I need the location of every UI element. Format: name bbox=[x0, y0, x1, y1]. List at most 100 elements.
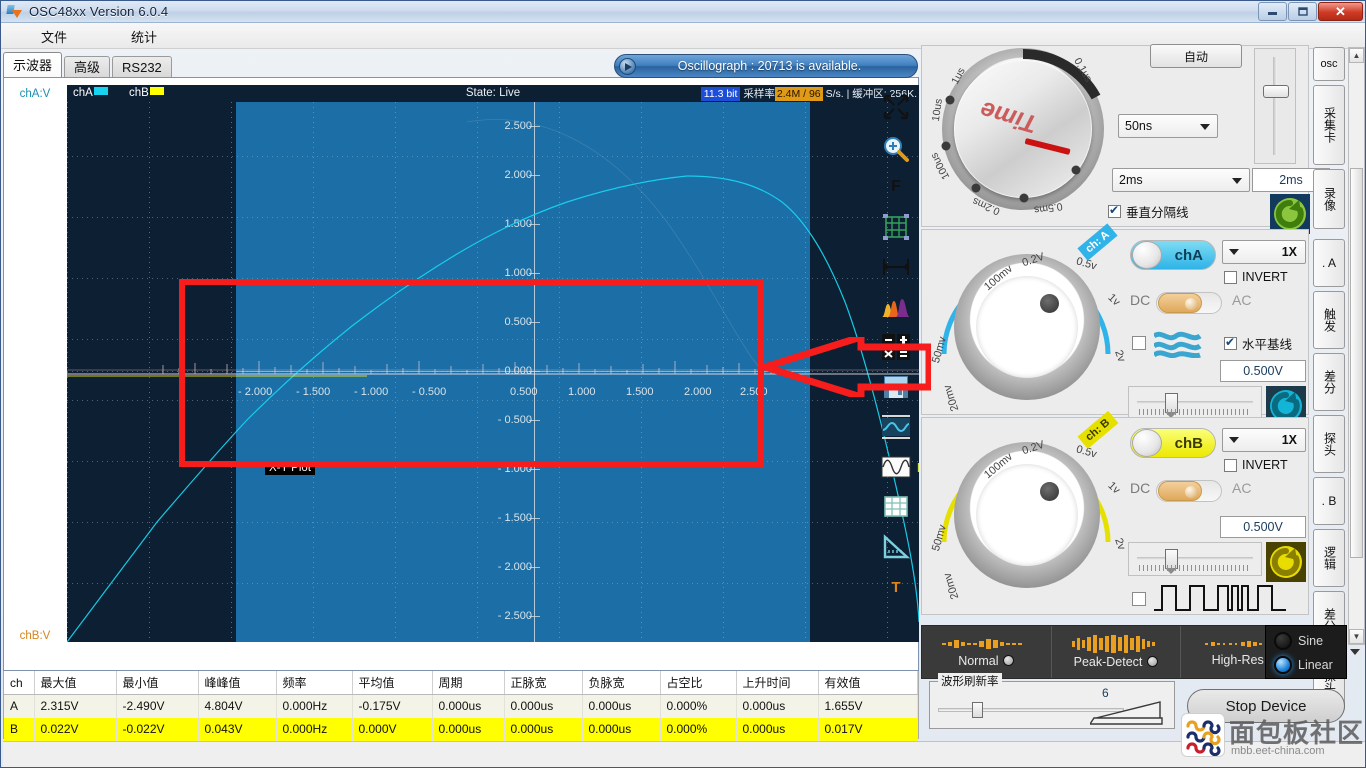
sample-rate-value-text: 50ns bbox=[1125, 119, 1153, 133]
tab-oscilloscope[interactable]: 示波器 bbox=[3, 52, 63, 77]
annotation-rectangle bbox=[179, 279, 764, 467]
minimize-button[interactable] bbox=[1258, 2, 1287, 21]
radio-sine[interactable] bbox=[1274, 632, 1292, 650]
T-text-icon[interactable]: T bbox=[875, 567, 917, 607]
cha-volts-knob[interactable]: 100mv 0.2V 0.5v 1v 2v 50mv 20mv ch: A bbox=[928, 223, 1127, 413]
restore-button[interactable] bbox=[1288, 2, 1317, 21]
waveform-refresh-rate: 波形刷新率 6 bbox=[929, 673, 1175, 729]
rtab-capture-card[interactable]: 采集卡 bbox=[1323, 107, 1337, 143]
interp-sine[interactable]: Sine bbox=[1274, 632, 1323, 650]
sample-rate-value: 2.4M / 96 bbox=[774, 87, 823, 101]
rtab-record[interactable]: 录像 bbox=[1323, 187, 1337, 211]
chevron-down-icon[interactable] bbox=[1350, 649, 1360, 655]
banner-text: Oscillograph : 20713 is available. bbox=[677, 59, 862, 73]
rtab-osc[interactable]: osc bbox=[1313, 47, 1345, 81]
annotation-arrow bbox=[761, 337, 931, 397]
acq-mode-normal[interactable]: Normal bbox=[922, 626, 1052, 678]
timebase-vertical-slider[interactable] bbox=[1254, 48, 1296, 164]
cha-invert-checkbox[interactable]: INVERT bbox=[1224, 270, 1288, 284]
table-row[interactable]: B 0.022V -0.022V 0.043V 0.000Hz 0.000V 0… bbox=[4, 717, 918, 741]
rtab-b[interactable]: . B bbox=[1313, 477, 1345, 525]
control-panel: Time 1us 0.1us 10us 100us 0.2ms 0.5ms 自动… bbox=[921, 42, 1330, 645]
cell-risetime: 0.000us bbox=[736, 694, 819, 718]
radio-peak-detect[interactable] bbox=[1147, 656, 1159, 667]
waveform-icon[interactable] bbox=[875, 447, 917, 487]
cell-avg: -0.175V bbox=[352, 694, 433, 718]
chb-reset-button[interactable] bbox=[1266, 542, 1306, 582]
expand-arrows-icon[interactable] bbox=[875, 87, 917, 127]
chb-volts-knob[interactable]: 100mv 0.2V 0.5v 1v 2v 50mv 20mv ch: B bbox=[928, 411, 1127, 601]
interp-sine-label: Sine bbox=[1298, 634, 1324, 648]
water-wave-icon[interactable] bbox=[1152, 330, 1202, 361]
acq-peak-label: Peak-Detect bbox=[1073, 655, 1143, 669]
vertical-grid-checkbox[interactable]: 垂直分隔线 bbox=[1108, 202, 1189, 221]
measure-width-icon[interactable] bbox=[875, 247, 917, 287]
cell-period: 0.000us bbox=[432, 694, 505, 718]
sample-rate-label: 采样率 bbox=[743, 88, 775, 100]
chb-pulse-checkbox[interactable] bbox=[1132, 592, 1146, 606]
cha-offset-value[interactable]: 0.500V bbox=[1220, 360, 1306, 382]
time-knob[interactable]: Time 1us 0.1us 10us 100us 0.2ms 0.5ms bbox=[928, 42, 1118, 228]
cell-rms: 1.655V bbox=[818, 694, 918, 718]
ruler-icon[interactable] bbox=[875, 527, 917, 567]
chb-position-slider[interactable] bbox=[1128, 542, 1262, 576]
cha-baseline-checkbox[interactable]: 水平基线 bbox=[1224, 334, 1292, 353]
square-pulse-icon[interactable] bbox=[1154, 580, 1286, 617]
interp-linear[interactable]: Linear bbox=[1274, 656, 1333, 674]
th-max: 最大值 bbox=[34, 671, 117, 695]
play-icon bbox=[619, 57, 636, 75]
cha-probe-select[interactable]: 1X bbox=[1222, 240, 1306, 264]
rtab-logic[interactable]: 逻辑 bbox=[1323, 546, 1337, 570]
rtab-differential-a[interactable]: 差分 bbox=[1323, 370, 1337, 394]
chb-invert-checkbox[interactable]: INVERT bbox=[1224, 458, 1288, 472]
status-banner[interactable]: Oscillograph : 20713 is available. bbox=[614, 54, 918, 78]
grid-icon[interactable] bbox=[875, 207, 917, 247]
refresh-slider-thumb[interactable] bbox=[972, 702, 983, 718]
sample-rate-select[interactable]: 50ns bbox=[1118, 114, 1218, 138]
scrollbar-thumb[interactable] bbox=[1350, 168, 1363, 558]
table-icon[interactable] bbox=[875, 487, 917, 527]
panel-scrollbar[interactable]: ▲ ▼ bbox=[1348, 47, 1365, 645]
interp-linear-label: Linear bbox=[1298, 658, 1333, 672]
auto-button[interactable]: 自动 bbox=[1150, 44, 1242, 68]
cell-negwidth: 0.000us bbox=[582, 717, 661, 741]
acq-mode-peak-detect[interactable]: Peak-Detect bbox=[1052, 626, 1182, 678]
timebase-reset-button[interactable] bbox=[1270, 194, 1310, 234]
chevron-down-icon bbox=[1232, 178, 1242, 184]
rtab-probe-a[interactable]: 探头 bbox=[1323, 432, 1337, 456]
histogram-icon[interactable] bbox=[875, 287, 917, 327]
scroll-down-button[interactable]: ▼ bbox=[1349, 629, 1364, 644]
persistence-icon[interactable] bbox=[875, 407, 917, 447]
cha-enable-toggle[interactable]: chA bbox=[1130, 240, 1216, 270]
right-tab-strip: osc 采集卡 录像 . A 触发 差分 探头 . B 逻辑 差分 探头 bbox=[1313, 47, 1347, 711]
radio-linear[interactable] bbox=[1274, 656, 1292, 674]
th-period: 周期 bbox=[432, 671, 505, 695]
cha-position-slider[interactable] bbox=[1128, 386, 1262, 420]
tab-advanced[interactable]: 高级 bbox=[64, 56, 111, 77]
chb-probe-select[interactable]: 1X bbox=[1222, 428, 1306, 452]
cha-wave-checkbox[interactable] bbox=[1132, 336, 1146, 350]
top-tab-bar: 示波器 高级 RS232 bbox=[3, 52, 174, 77]
cha-name: chA bbox=[1174, 246, 1203, 264]
rtab-a[interactable]: . A bbox=[1313, 239, 1345, 287]
cha-coupling-toggle[interactable] bbox=[1156, 292, 1222, 314]
chb-coupling-toggle[interactable] bbox=[1156, 480, 1222, 502]
menu-item-statistics[interactable]: 统计 bbox=[131, 27, 157, 46]
timebase-select[interactable]: 2ms bbox=[1112, 168, 1250, 192]
cha-dc-label: DC bbox=[1130, 292, 1151, 308]
chb-enable-toggle[interactable]: chB bbox=[1130, 428, 1216, 458]
scroll-up-button[interactable]: ▲ bbox=[1349, 48, 1364, 63]
slider-thumb[interactable] bbox=[1263, 85, 1289, 98]
close-button[interactable]: ✕ bbox=[1318, 2, 1363, 21]
trigger-marker[interactable]: M bbox=[917, 460, 919, 475]
cell-duty: 0.000% bbox=[660, 694, 737, 718]
F-text-icon[interactable]: F bbox=[875, 167, 917, 207]
menu-item-file[interactable]: 文件 bbox=[41, 27, 67, 46]
cell-min: -0.022V bbox=[116, 717, 199, 741]
rtab-trigger[interactable]: 触发 bbox=[1323, 308, 1337, 332]
zoom-in-icon[interactable] bbox=[875, 129, 917, 169]
tab-rs232[interactable]: RS232 bbox=[112, 56, 172, 77]
chb-offset-value[interactable]: 0.500V bbox=[1220, 516, 1306, 538]
radio-normal[interactable] bbox=[1003, 655, 1015, 666]
table-row[interactable]: A 2.315V -2.490V 4.804V 0.000Hz -0.175V … bbox=[4, 694, 918, 718]
